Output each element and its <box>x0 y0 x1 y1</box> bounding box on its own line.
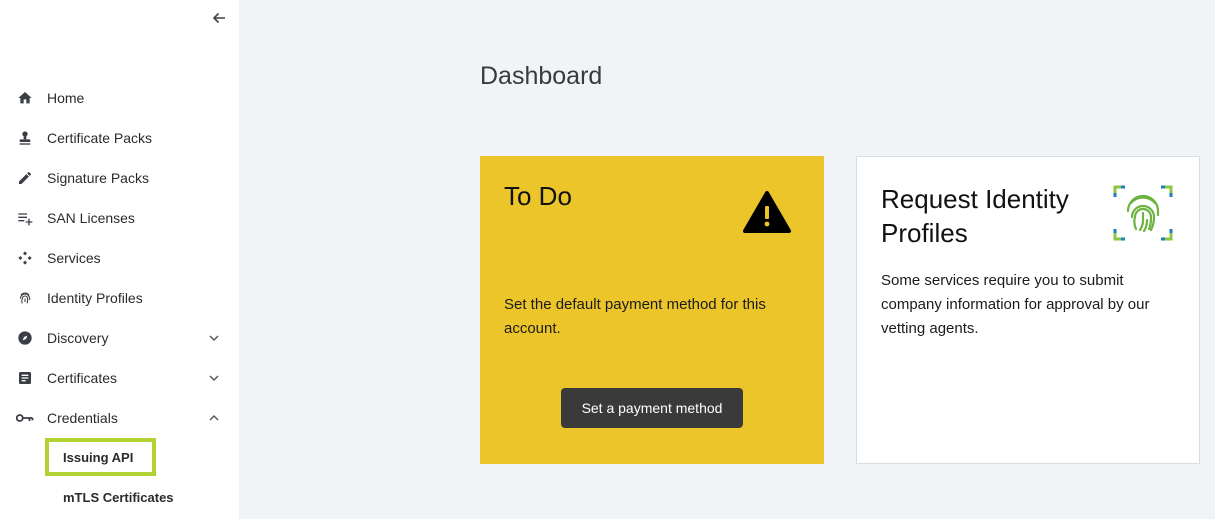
compass-icon <box>16 329 34 347</box>
sidebar-item-discovery[interactable]: Discovery <box>0 318 239 358</box>
sidebar-item-label: Discovery <box>47 330 109 346</box>
sidebar-item-signature-packs[interactable]: Signature Packs <box>0 158 239 198</box>
fingerprint-scan-icon <box>1113 183 1173 243</box>
pencil-icon <box>16 169 34 187</box>
sidebar: Home Certificate Packs Signature Packs S… <box>0 0 239 519</box>
sidebar-item-identity-profiles[interactable]: Identity Profiles <box>0 278 239 318</box>
key-icon <box>16 409 34 427</box>
sidebar-item-home[interactable]: Home <box>0 78 239 118</box>
sidebar-item-label: Credentials <box>47 410 118 426</box>
document-icon <box>16 369 34 387</box>
fingerprint-icon <box>16 289 34 307</box>
warning-icon <box>742 189 792 235</box>
sidebar-item-label: Certificate Packs <box>47 130 153 146</box>
sidebar-item-certificate-packs[interactable]: Certificate Packs <box>0 118 239 158</box>
set-payment-method-button[interactable]: Set a payment method <box>561 388 743 428</box>
sidebar-subitem-issuing-api[interactable]: Issuing API <box>0 438 239 478</box>
sidebar-item-services[interactable]: Services <box>0 238 239 278</box>
todo-card-text: Set the default payment method for this … <box>504 296 766 337</box>
sidebar-item-label: SAN Licenses <box>47 210 135 226</box>
sidebar-nav: Home Certificate Packs Signature Packs S… <box>0 78 239 518</box>
todo-card-title: To Do <box>504 181 572 211</box>
sidebar-item-label: Services <box>47 250 101 266</box>
sidebar-item-label: Identity Profiles <box>47 290 143 306</box>
identity-card-title: Request Identity Profiles <box>881 184 1069 248</box>
sidebar-item-label: Signature Packs <box>47 170 149 186</box>
identity-card-text: Some services require you to submit comp… <box>881 272 1150 337</box>
sidebar-item-san-licenses[interactable]: SAN Licenses <box>0 198 239 238</box>
collapse-sidebar-button[interactable] <box>210 9 228 27</box>
sidebar-subitem-label: mTLS Certificates <box>63 490 174 505</box>
stamp-icon <box>16 129 34 147</box>
identity-profiles-card: Request Identity Profiles Some services … <box>856 156 1200 464</box>
sidebar-subitem-mtls-certificates[interactable]: mTLS Certificates <box>0 478 239 518</box>
page-title: Dashboard <box>480 62 603 90</box>
sidebar-item-label: Certificates <box>47 370 118 386</box>
playlist-add-icon <box>16 209 34 227</box>
home-icon <box>16 89 34 107</box>
arrow-left-icon <box>212 12 225 24</box>
sidebar-item-label: Home <box>47 90 85 106</box>
chevron-down-icon[interactable] <box>207 331 221 345</box>
sidebar-subitem-label: Issuing API <box>63 450 134 465</box>
sidebar-item-certificates[interactable]: Certificates <box>0 358 239 398</box>
sidebar-item-credentials[interactable]: Credentials <box>0 398 239 438</box>
todo-card: To Do Set the default payment method for… <box>480 156 824 464</box>
chevron-up-icon[interactable] <box>207 411 221 425</box>
chevron-down-icon[interactable] <box>207 371 221 385</box>
services-icon <box>16 249 34 267</box>
